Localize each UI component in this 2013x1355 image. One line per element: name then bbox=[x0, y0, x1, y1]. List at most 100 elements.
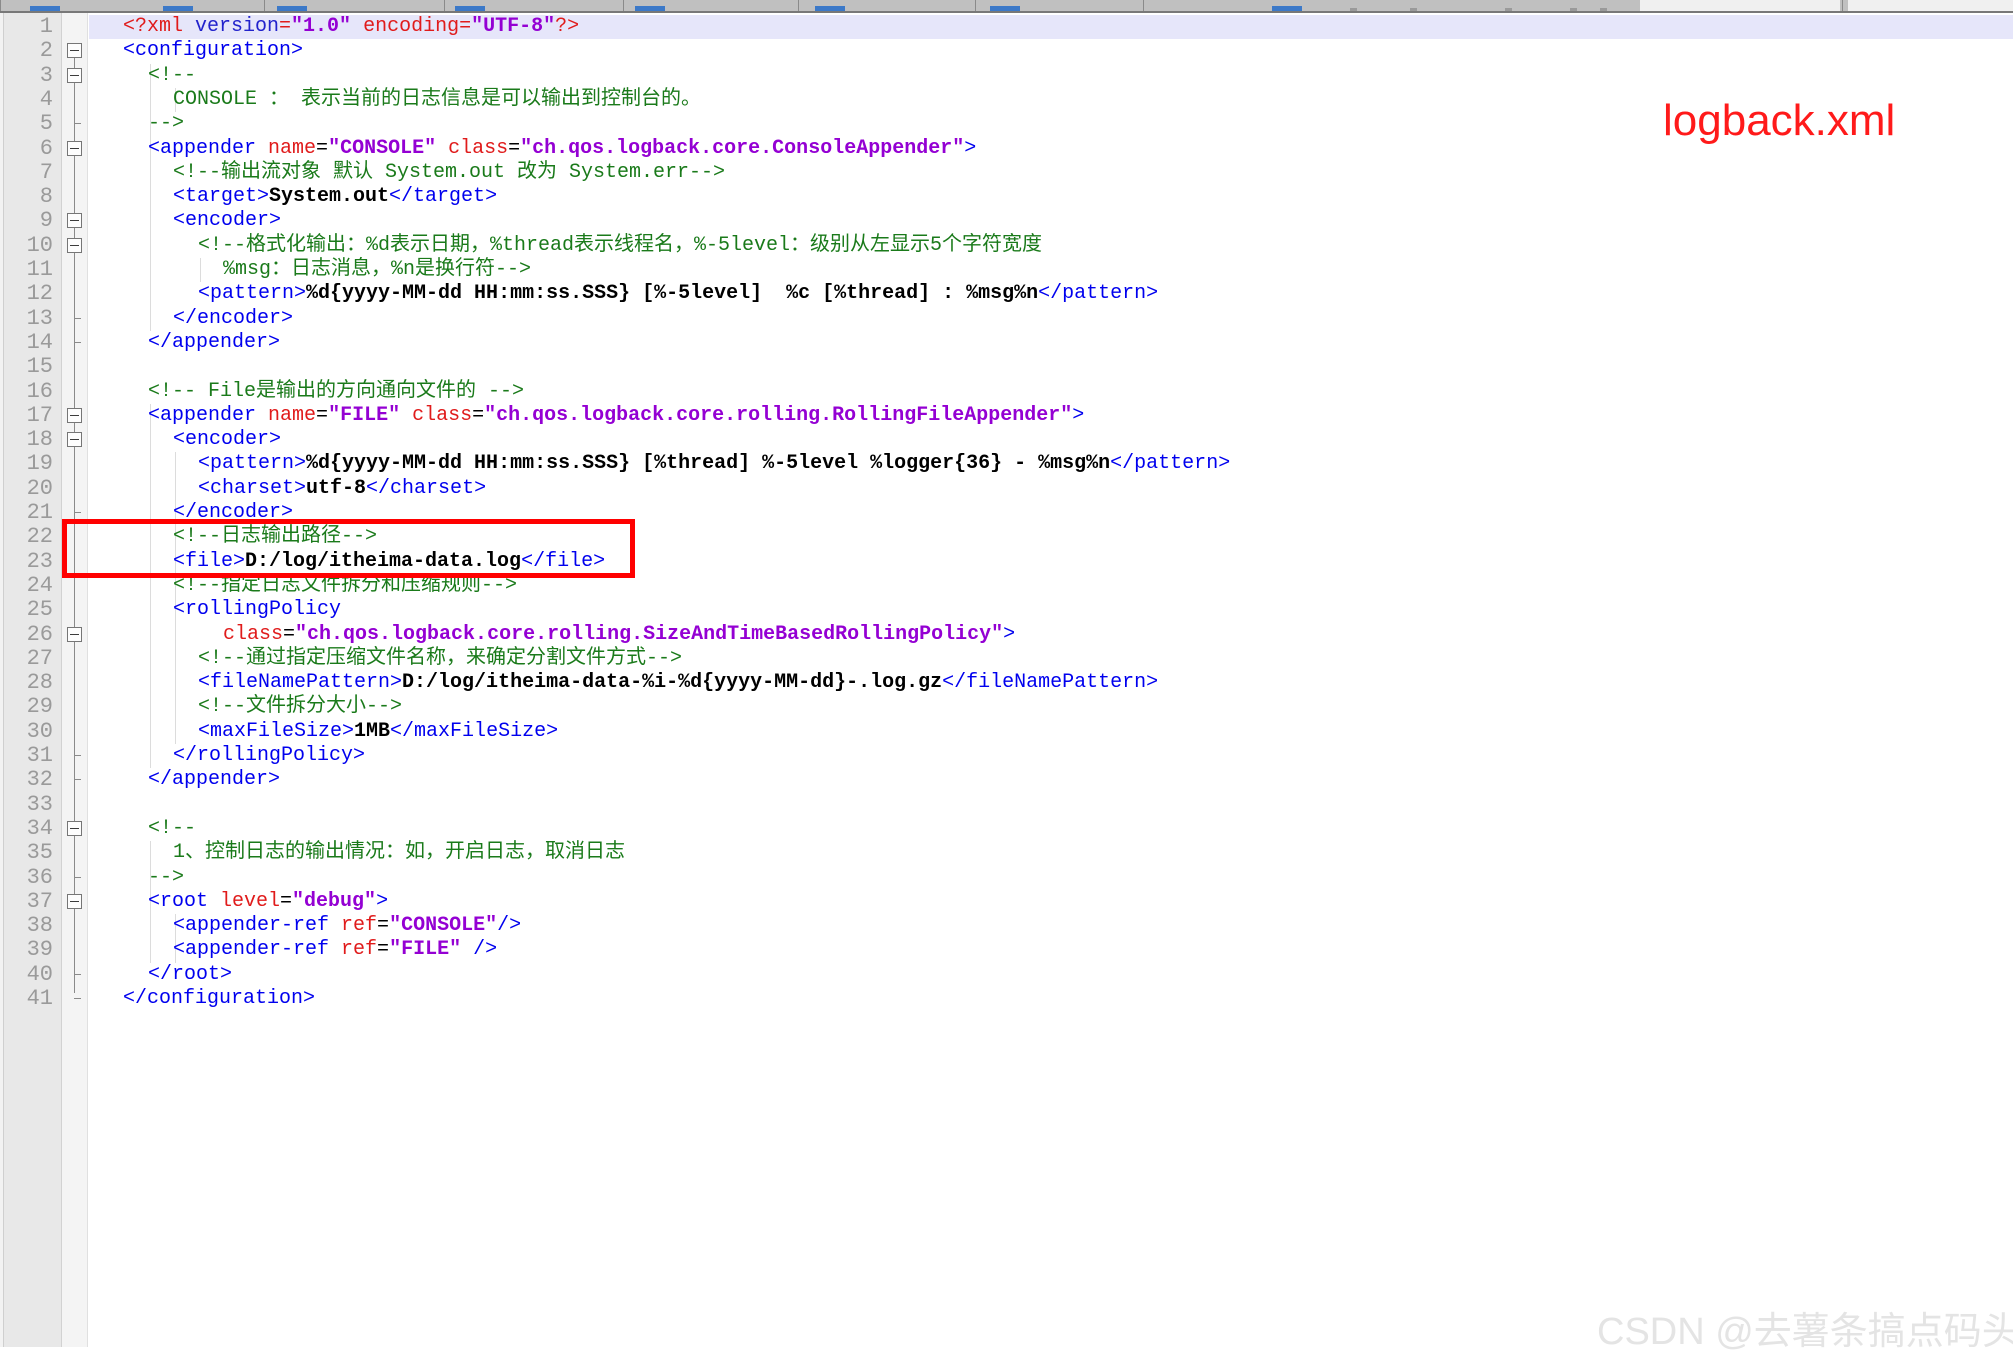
code-token: --> bbox=[148, 865, 185, 889]
line-number: 14 bbox=[26, 329, 53, 355]
toolbar-button[interactable] bbox=[163, 6, 193, 11]
fold-toggle-icon[interactable] bbox=[67, 407, 82, 423]
fold-toggle-icon[interactable] bbox=[67, 893, 82, 909]
line-number: 5 bbox=[39, 111, 53, 137]
code-line[interactable]: 1、控制日志的输出情况：如，开启日志，取消日志 bbox=[173, 841, 625, 865]
fold-toggle-icon[interactable] bbox=[67, 140, 82, 156]
code-token: "UTF-8" bbox=[471, 15, 556, 38]
line-number: 8 bbox=[39, 184, 53, 210]
toolbar-button[interactable] bbox=[635, 6, 665, 11]
code-token: <rollingPolicy bbox=[173, 598, 342, 622]
code-token: <appender bbox=[148, 136, 269, 160]
code-line[interactable]: <root level="debug"> bbox=[148, 890, 388, 914]
code-content-area[interactable]: <?xml version="1.0" encoding="UTF-8"?> <c… bbox=[89, 13, 2013, 1347]
indent-guide bbox=[150, 403, 151, 769]
fold-toggle-icon[interactable] bbox=[67, 213, 82, 229]
code-line[interactable]: %msg：日志消息，%n是换行符--> bbox=[223, 258, 531, 282]
code-line[interactable]: </appender> bbox=[148, 331, 280, 355]
file-name-annotation: logback.xml bbox=[1663, 96, 1896, 145]
code-line[interactable]: <appender name="FILE" class="ch.qos.logb… bbox=[148, 404, 1084, 428]
code-line[interactable]: </encoder> bbox=[173, 501, 293, 525]
code-line[interactable]: <appender-ref ref="CONSOLE"/> bbox=[173, 914, 521, 938]
code-token: %d{yyyy-MM-dd HH:mm:ss.SSS} [%thread] %-… bbox=[306, 452, 1111, 476]
code-line[interactable]: <fileNamePattern>D:/log/itheima-data-%i-… bbox=[198, 671, 1158, 695]
code-token: <fileNamePattern> bbox=[198, 671, 403, 695]
fold-toggle-icon[interactable] bbox=[67, 43, 82, 59]
toolbar-button[interactable] bbox=[1272, 6, 1302, 11]
toolbar-separator bbox=[975, 0, 976, 11]
fold-toggle-icon[interactable] bbox=[67, 237, 82, 253]
line-number: 30 bbox=[26, 718, 53, 744]
code-line[interactable]: <rollingPolicy bbox=[173, 598, 341, 622]
code-token: "ch.qos.logback.core.rolling.SizeAndTime… bbox=[295, 622, 1004, 646]
code-line[interactable]: </encoder> bbox=[173, 307, 293, 331]
code-editor[interactable]: 1 2 3 4 5 6 7 8 9 10 11 12 13 14 15 16 17 18 19 20 21 22 23 24 2… bbox=[0, 13, 2013, 1353]
fold-end-tick bbox=[74, 876, 81, 878]
code-line[interactable]: </rollingPolicy> bbox=[173, 744, 365, 768]
toolbar-button[interactable] bbox=[990, 6, 1020, 11]
code-line[interactable]: <pattern>%d{yyyy-MM-dd HH:mm:ss.SSS} [%t… bbox=[198, 452, 1230, 476]
code-line[interactable]: <!--指定日志文件拆分和压缩规则--> bbox=[173, 574, 517, 598]
code-token: </root> bbox=[148, 962, 233, 986]
code-token: </appender> bbox=[148, 330, 281, 354]
code-line[interactable]: --> bbox=[148, 866, 184, 890]
code-line[interactable]: <encoder> bbox=[173, 209, 281, 233]
code-line[interactable]: --> bbox=[148, 112, 184, 136]
line-number: 21 bbox=[26, 500, 53, 525]
code-line[interactable]: <!--输出流对象 默认 System.out 改为 System.err--> bbox=[173, 161, 725, 185]
code-token: <appender bbox=[148, 403, 269, 427]
code-line[interactable]: CONSOLE ： 表示当前的日志信息是可以输出到控制台的。 bbox=[173, 88, 701, 112]
code-line[interactable]: <!-- File是输出的方向通向文件的 --> bbox=[148, 380, 524, 404]
code-token: class bbox=[448, 136, 509, 160]
code-line[interactable]: <!-- bbox=[148, 817, 196, 841]
code-line[interactable]: </appender> bbox=[148, 768, 280, 792]
code-token: name bbox=[268, 403, 317, 427]
toolbar-button[interactable] bbox=[815, 6, 845, 11]
code-folding-column[interactable] bbox=[62, 13, 88, 1347]
line-number: 17 bbox=[26, 402, 53, 428]
code-line[interactable]: <configuration> bbox=[123, 39, 303, 63]
code-token: = bbox=[377, 938, 390, 962]
toolbar-button[interactable] bbox=[277, 6, 307, 11]
code-line[interactable]: <!--日志输出路径--> bbox=[173, 525, 377, 549]
code-token: ref bbox=[341, 938, 378, 962]
code-line[interactable]: </root> bbox=[148, 963, 232, 987]
code-line[interactable]: <!--通过指定压缩文件名称，来确定分割文件方式--> bbox=[198, 647, 682, 671]
code-line[interactable]: <file>D:/log/itheima-data.log</file> bbox=[173, 550, 605, 574]
code-line[interactable]: <!--文件拆分大小--> bbox=[198, 695, 402, 719]
code-line[interactable]: <target>System.out</target> bbox=[173, 185, 497, 209]
code-line[interactable]: </configuration> bbox=[123, 987, 315, 1011]
code-line[interactable]: <encoder> bbox=[173, 428, 281, 452]
code-token: <!--日志输出路径--> bbox=[173, 525, 378, 549]
code-line[interactable]: <pattern>%d{yyyy-MM-dd HH:mm:ss.SSS} [%-… bbox=[198, 282, 1158, 306]
code-token: "CONSOLE" bbox=[328, 136, 437, 160]
code-token: <appender-ref bbox=[173, 914, 342, 938]
code-line[interactable]: <charset>utf-8</charset> bbox=[198, 477, 486, 501]
code-line[interactable]: <?xml version="1.0" encoding="UTF-8"?> bbox=[123, 15, 579, 39]
code-line[interactable]: <!--格式化输出：%d表示日期，%thread表示线程名，%-5level：级… bbox=[198, 234, 1042, 258]
line-number: 27 bbox=[26, 645, 53, 671]
code-token: CONSOLE ： 表示当前的日志信息是可以输出到控制台的。 bbox=[173, 87, 702, 111]
fold-toggle-icon[interactable] bbox=[67, 626, 82, 642]
code-token: = bbox=[316, 136, 329, 160]
code-token: "FILE" bbox=[389, 938, 462, 962]
code-line[interactable]: <appender name="CONSOLE" class="ch.qos.l… bbox=[148, 137, 976, 161]
code-line[interactable]: <!-- bbox=[148, 64, 196, 88]
code-token: </file> bbox=[521, 549, 606, 573]
code-token: <!--通过指定压缩文件名称，来确定分割文件方式--> bbox=[198, 646, 683, 670]
code-token: D:/log/itheima-data-%i-%d{yyyy-MM-dd}-.l… bbox=[402, 671, 943, 695]
toolbar-button[interactable] bbox=[30, 6, 60, 11]
fold-toggle-icon[interactable] bbox=[67, 67, 82, 83]
toolbar-button[interactable] bbox=[455, 6, 485, 11]
fold-toggle-icon[interactable] bbox=[67, 820, 82, 836]
line-number: 1 bbox=[39, 14, 53, 39]
code-line[interactable]: <maxFileSize>1MB</maxFileSize> bbox=[198, 720, 558, 744]
line-number: 41 bbox=[26, 986, 53, 1011]
line-number: 31 bbox=[26, 743, 53, 768]
code-token: = bbox=[508, 136, 521, 160]
code-line[interactable]: <appender-ref ref="FILE" /> bbox=[173, 938, 497, 962]
fold-toggle-icon[interactable] bbox=[67, 432, 82, 448]
code-line[interactable]: class="ch.qos.logback.core.rolling.SizeA… bbox=[223, 623, 1015, 647]
fold-end-tick bbox=[74, 123, 81, 125]
code-token: > bbox=[1072, 403, 1085, 427]
